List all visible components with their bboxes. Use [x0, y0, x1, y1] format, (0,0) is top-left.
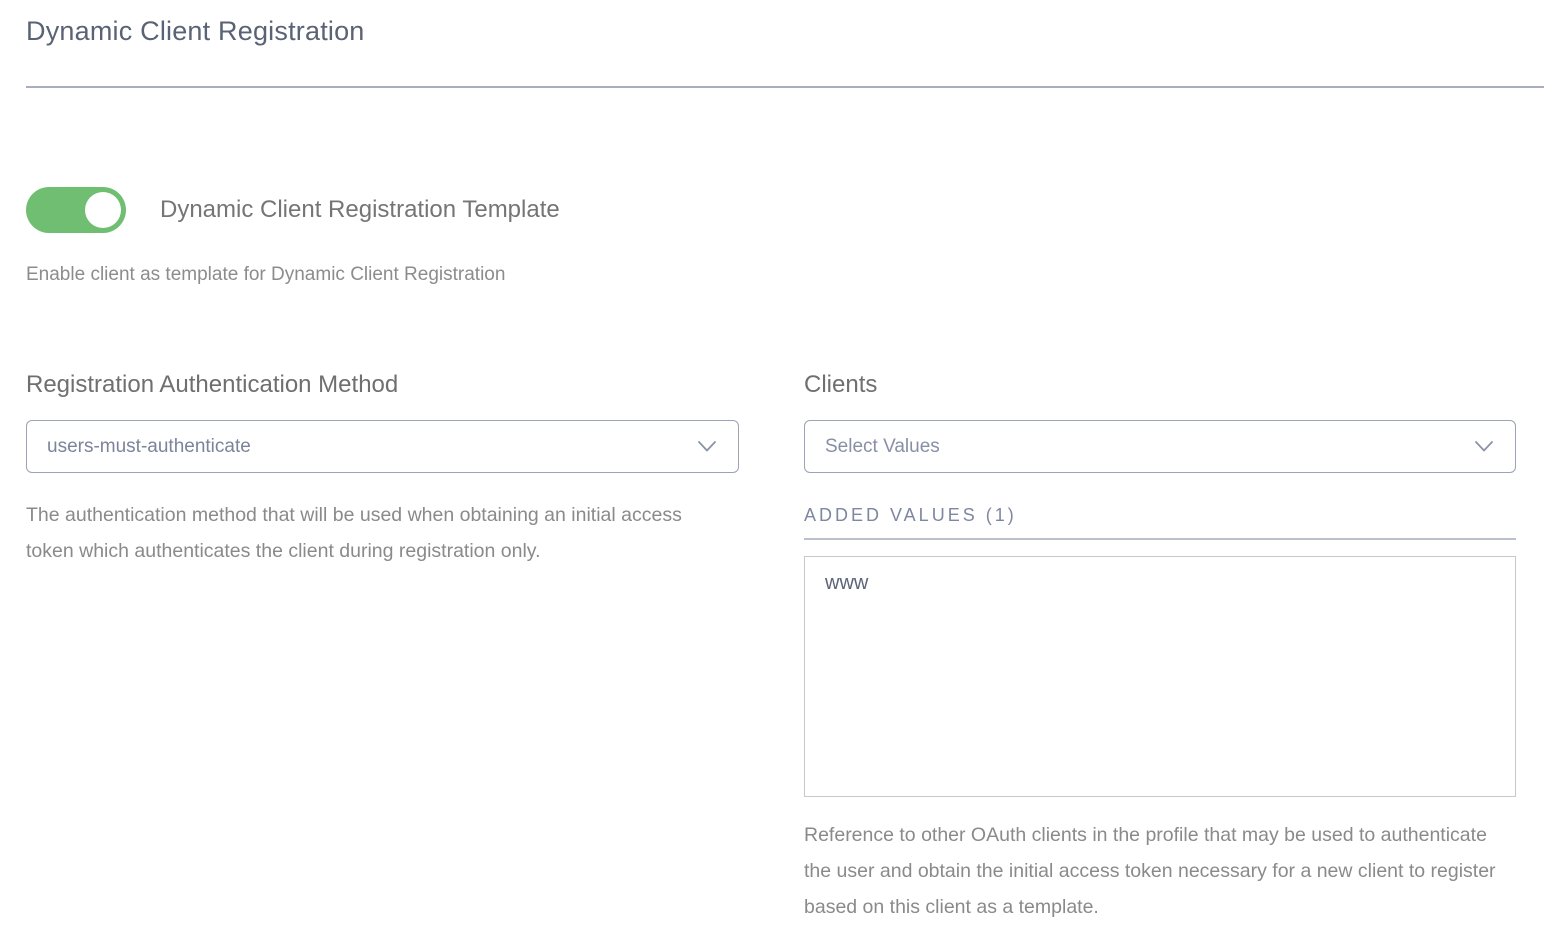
dcr-template-toggle-row: Dynamic Client Registration Template	[26, 187, 1516, 233]
toggle-knob-icon	[85, 192, 121, 228]
chevron-down-icon	[698, 441, 716, 452]
chevron-down-icon	[1475, 441, 1493, 452]
dcr-template-toggle-description: Enable client as template for Dynamic Cl…	[26, 264, 1516, 286]
added-values-list: www	[804, 556, 1516, 797]
registration-auth-method-value: users-must-authenticate	[47, 436, 251, 458]
page-content: Dynamic Client Registration Template Ena…	[0, 187, 1544, 925]
registration-auth-method-select[interactable]: users-must-authenticate	[26, 420, 739, 473]
clients-help-text: Reference to other OAuth clients in the …	[804, 817, 1516, 925]
clients-select-placeholder: Select Values	[825, 436, 940, 458]
dynamic-client-registration-page: Dynamic Client Registration Dynamic Clie…	[0, 0, 1544, 936]
added-values-label: ADDED VALUES (1)	[804, 505, 1516, 540]
registration-auth-method-section: Registration Authentication Method users…	[26, 371, 739, 925]
added-value-item[interactable]: www	[825, 572, 1495, 595]
form-columns: Registration Authentication Method users…	[26, 371, 1516, 925]
dcr-template-toggle-label: Dynamic Client Registration Template	[160, 196, 560, 224]
page-title: Dynamic Client Registration	[0, 0, 1544, 47]
registration-auth-method-heading: Registration Authentication Method	[26, 371, 739, 399]
registration-auth-method-help-text: The authentication method that will be u…	[26, 497, 726, 569]
clients-section: Clients Select Values ADDED VALUES (1) w…	[804, 371, 1516, 925]
dcr-template-toggle[interactable]	[26, 187, 126, 233]
clients-select[interactable]: Select Values	[804, 420, 1516, 473]
clients-heading: Clients	[804, 371, 1516, 399]
title-divider	[26, 86, 1544, 88]
